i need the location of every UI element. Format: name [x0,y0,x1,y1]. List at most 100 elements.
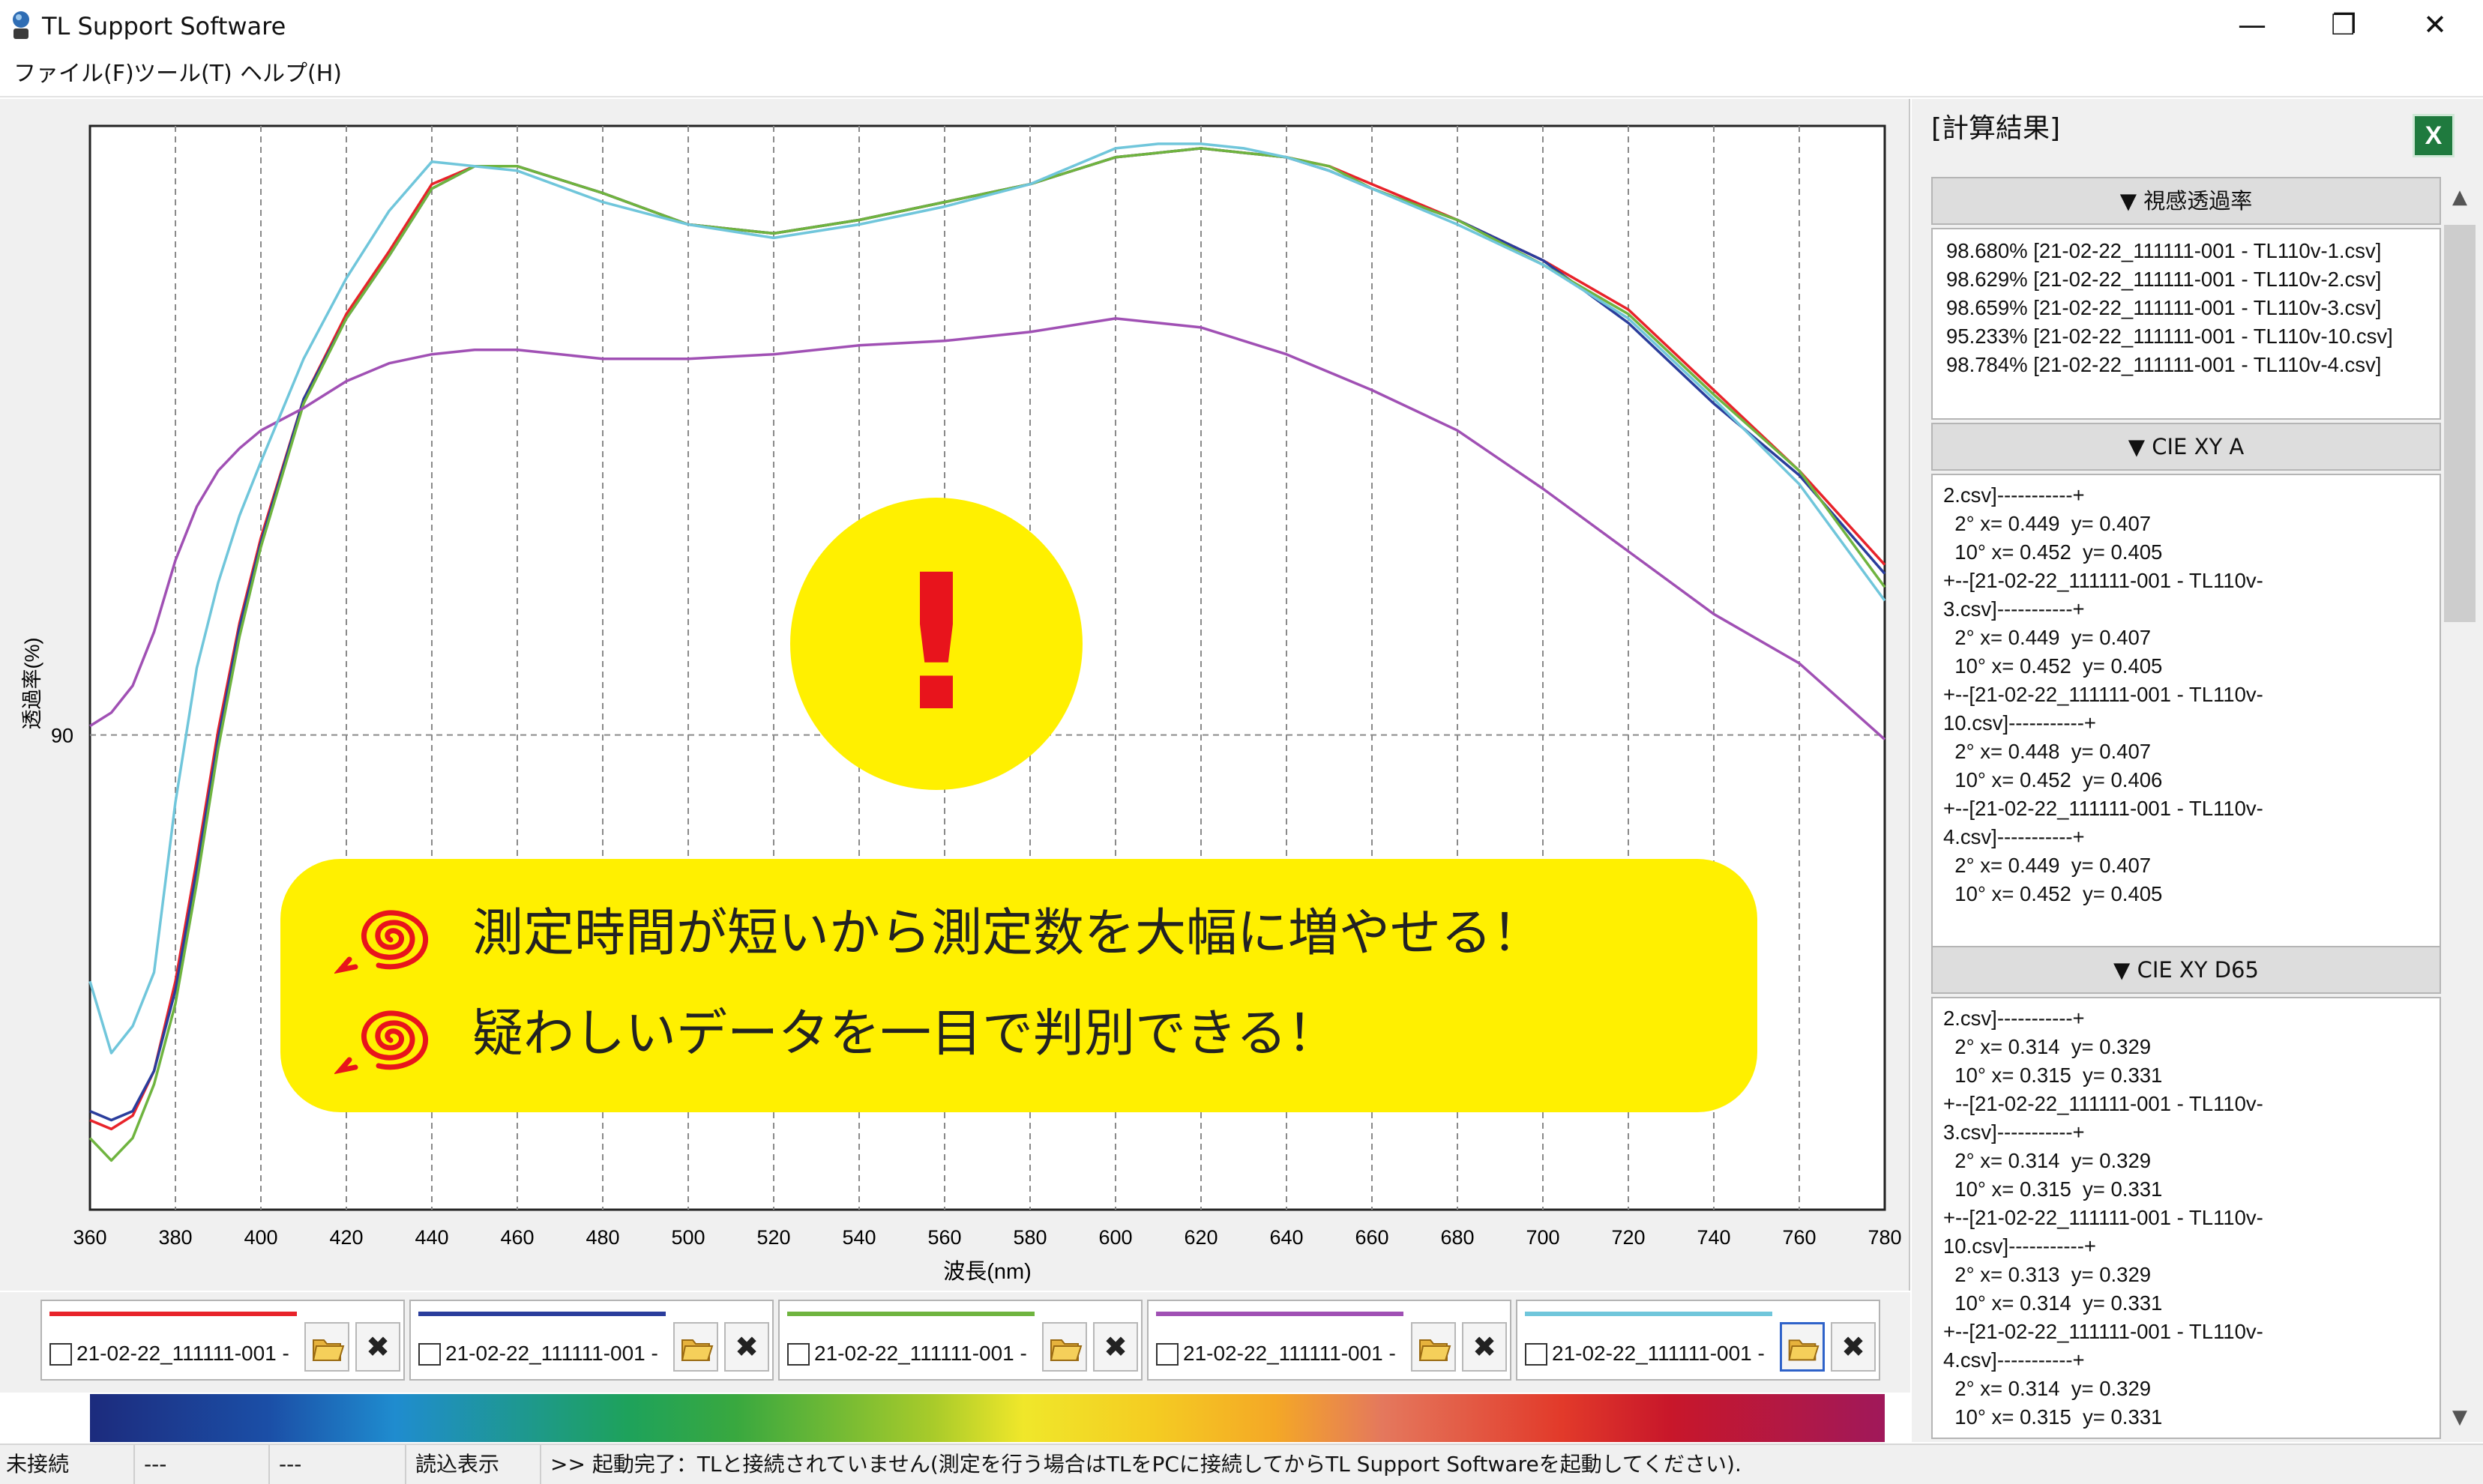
result-line: 10° x= 0.315 y= 0.331 [1943,1177,2163,1201]
result-line: 98.784% [21-02-22_111111-001 - TL110v-4.… [1946,353,2382,376]
file-slots: 21-02-22_111111-001 - ✖ 21-02-22_111111-… [0,1292,1910,1393]
x-tick-label: 420 [329,1226,363,1249]
swirl-icon [334,1010,429,1075]
folder-icon [1050,1339,1083,1361]
result-line: 10.csv]-----------+ [1943,711,2096,735]
x-tick-label: 400 [244,1226,277,1249]
result-line: +--[21-02-22_111111-001 - TL110v- [1943,569,2263,592]
result-line: +--[21-02-22_111111-001 - TL110v- [1943,1206,2263,1229]
scroll-down-icon[interactable]: ▼ [2444,1399,2476,1436]
remove-file-button[interactable]: ✖ [1831,1322,1876,1372]
x-tick-label: 740 [1697,1226,1730,1249]
section-body-luminous-transmittance: 98.680% [21-02-22_111111-001 - TL110v-1.… [1931,228,2441,420]
file-checkbox[interactable] [418,1343,441,1366]
folder-icon [1788,1339,1820,1361]
connection-status: 未接続 [0,1445,135,1484]
menu-help[interactable]: ヘルプ(H) [240,52,342,96]
file-slot: 21-02-22_111111-001 - ✖ [778,1300,1143,1381]
file-slot: 21-02-22_111111-001 - ✖ [40,1300,405,1381]
title-bar: TL Support Software — ❐ ✕ [0,0,2483,52]
x-tick-label: 380 [158,1226,192,1249]
status-bar: 未接続 --- --- 読込表示 >> 起動完了：TLと接続されていません(測定… [0,1444,2483,1484]
file-name: 21-02-22_111111-001 - [445,1342,658,1365]
result-line: +--[21-02-22_111111-001 - TL110v- [1943,797,2263,820]
callout-line-1: 測定時間が短いから測定数を大幅に増やせる！ [472,904,1544,963]
file-checkbox[interactable] [1156,1343,1179,1366]
menu-bar: ファイル(F) ツール(T) ヘルプ(H) [0,52,2483,97]
result-line: 2° x= 0.449 y= 0.407 [1943,854,2152,877]
x-tick-label: 600 [1098,1226,1132,1249]
x-axis-label: 波長(nm) [943,1259,1032,1284]
x-tick-label: 720 [1611,1226,1645,1249]
result-line: 3.csv]-----------+ [1943,1120,2085,1144]
result-line: 4.csv]-----------+ [1943,1348,2085,1372]
result-line: 2° x= 0.314 y= 0.329 [1943,1149,2152,1172]
result-line: 10° x= 0.315 y= 0.331 [1943,1064,2163,1087]
app-icon [13,11,29,39]
excel-export-button[interactable]: X [2413,114,2455,157]
file-name: 21-02-22_111111-001 - [76,1342,289,1365]
file-checkbox[interactable] [49,1343,72,1366]
file-slot: 21-02-22_111111-001 - ✖ [409,1300,774,1381]
y-tick-label: 90 [51,725,73,747]
x-tick-label: 520 [756,1226,790,1249]
remove-file-button[interactable]: ✖ [1462,1322,1507,1372]
open-folder-button[interactable] [673,1322,718,1372]
open-folder-button[interactable] [304,1322,349,1372]
file-checkbox[interactable] [787,1343,810,1366]
file-checkbox[interactable] [1525,1343,1547,1366]
callout-line-2: 疑わしいデータを一目で判別できる！ [472,1004,1338,1064]
result-line: 2.csv]-----------+ [1943,1007,2085,1030]
result-line: 10° x= 0.452 y= 0.406 [1943,768,2163,791]
mode-status: 読込表示 [409,1445,541,1484]
open-folder-button[interactable] [1411,1322,1456,1372]
remove-file-button[interactable]: ✖ [355,1322,400,1372]
section-body-cie-xy-d65: 2.csv]-----------+ 2° x= 0.314 y= 0.329 … [1931,997,2441,1439]
x-tick-label: 640 [1269,1226,1303,1249]
x-tick-label: 680 [1440,1226,1474,1249]
x-tick-label: 440 [415,1226,448,1249]
y-axis-label: 透過率(%) [21,638,43,730]
menu-file[interactable]: ファイル(F) [13,52,134,96]
close-button[interactable]: ✕ [2390,0,2480,49]
result-line: 4.csv]-----------+ [1943,825,2085,848]
minimize-button[interactable]: — [2207,0,2297,49]
status-field: --- [138,1445,270,1484]
scrollbar-thumb[interactable] [2444,225,2476,622]
window-title: TL Support Software [42,12,286,40]
result-line: 95.233% [21-02-22_111111-001 - TL110v-10… [1946,325,2393,348]
section-header-luminous-transmittance[interactable]: ▼ 視感透過率 [1931,177,2441,225]
status-message: >> 起動完了：TLと接続されていません(測定を行う場合はTLをPCに接続してか… [550,1452,1742,1477]
file-slot: 21-02-22_111111-001 - ✖ [1516,1300,1880,1381]
swirl-icon [334,910,429,974]
series-color-line [1525,1312,1772,1316]
remove-file-button[interactable]: ✖ [724,1322,769,1372]
folder-icon [1418,1339,1451,1361]
result-line: 98.629% [21-02-22_111111-001 - TL110v-2.… [1946,268,2382,291]
x-tick-label: 460 [500,1226,534,1249]
result-line: 10° x= 0.314 y= 0.331 [1943,1291,2163,1315]
x-tick-label: 760 [1782,1226,1816,1249]
scroll-up-icon[interactable]: ▲ [2444,178,2476,216]
open-folder-button[interactable] [1042,1322,1087,1372]
section-header-cie-xy-d65[interactable]: ▼ CIE XY D65 [1931,946,2441,994]
result-line: 10° x= 0.452 y= 0.405 [1943,654,2163,678]
status-field: --- [273,1445,406,1484]
maximize-button[interactable]: ❐ [2299,0,2389,49]
file-name: 21-02-22_111111-001 - [814,1342,1027,1365]
result-line: 2° x= 0.313 y= 0.329 [1943,1263,2152,1286]
section-header-cie-xy-a[interactable]: ▼ CIE XY A [1931,423,2441,471]
section-body-cie-xy-a: 2.csv]-----------+ 2° x= 0.449 y= 0.407 … [1931,474,2441,947]
series-color-line [1156,1312,1403,1316]
result-line: 98.659% [21-02-22_111111-001 - TL110v-3.… [1946,296,2382,319]
file-name: 21-02-22_111111-001 - [1183,1342,1396,1365]
x-tick-label: 480 [586,1226,619,1249]
result-line: 10° x= 0.315 y= 0.331 [1943,1405,2163,1429]
open-folder-button[interactable] [1780,1322,1825,1372]
exclamation-icon: ! [893,534,979,752]
menu-tools[interactable]: ツール(T) [133,52,232,96]
result-line: 2° x= 0.449 y= 0.407 [1943,512,2152,535]
x-tick-label: 700 [1526,1226,1559,1249]
remove-file-button[interactable]: ✖ [1093,1322,1138,1372]
result-line: +--[21-02-22_111111-001 - TL110v- [1943,1092,2263,1115]
